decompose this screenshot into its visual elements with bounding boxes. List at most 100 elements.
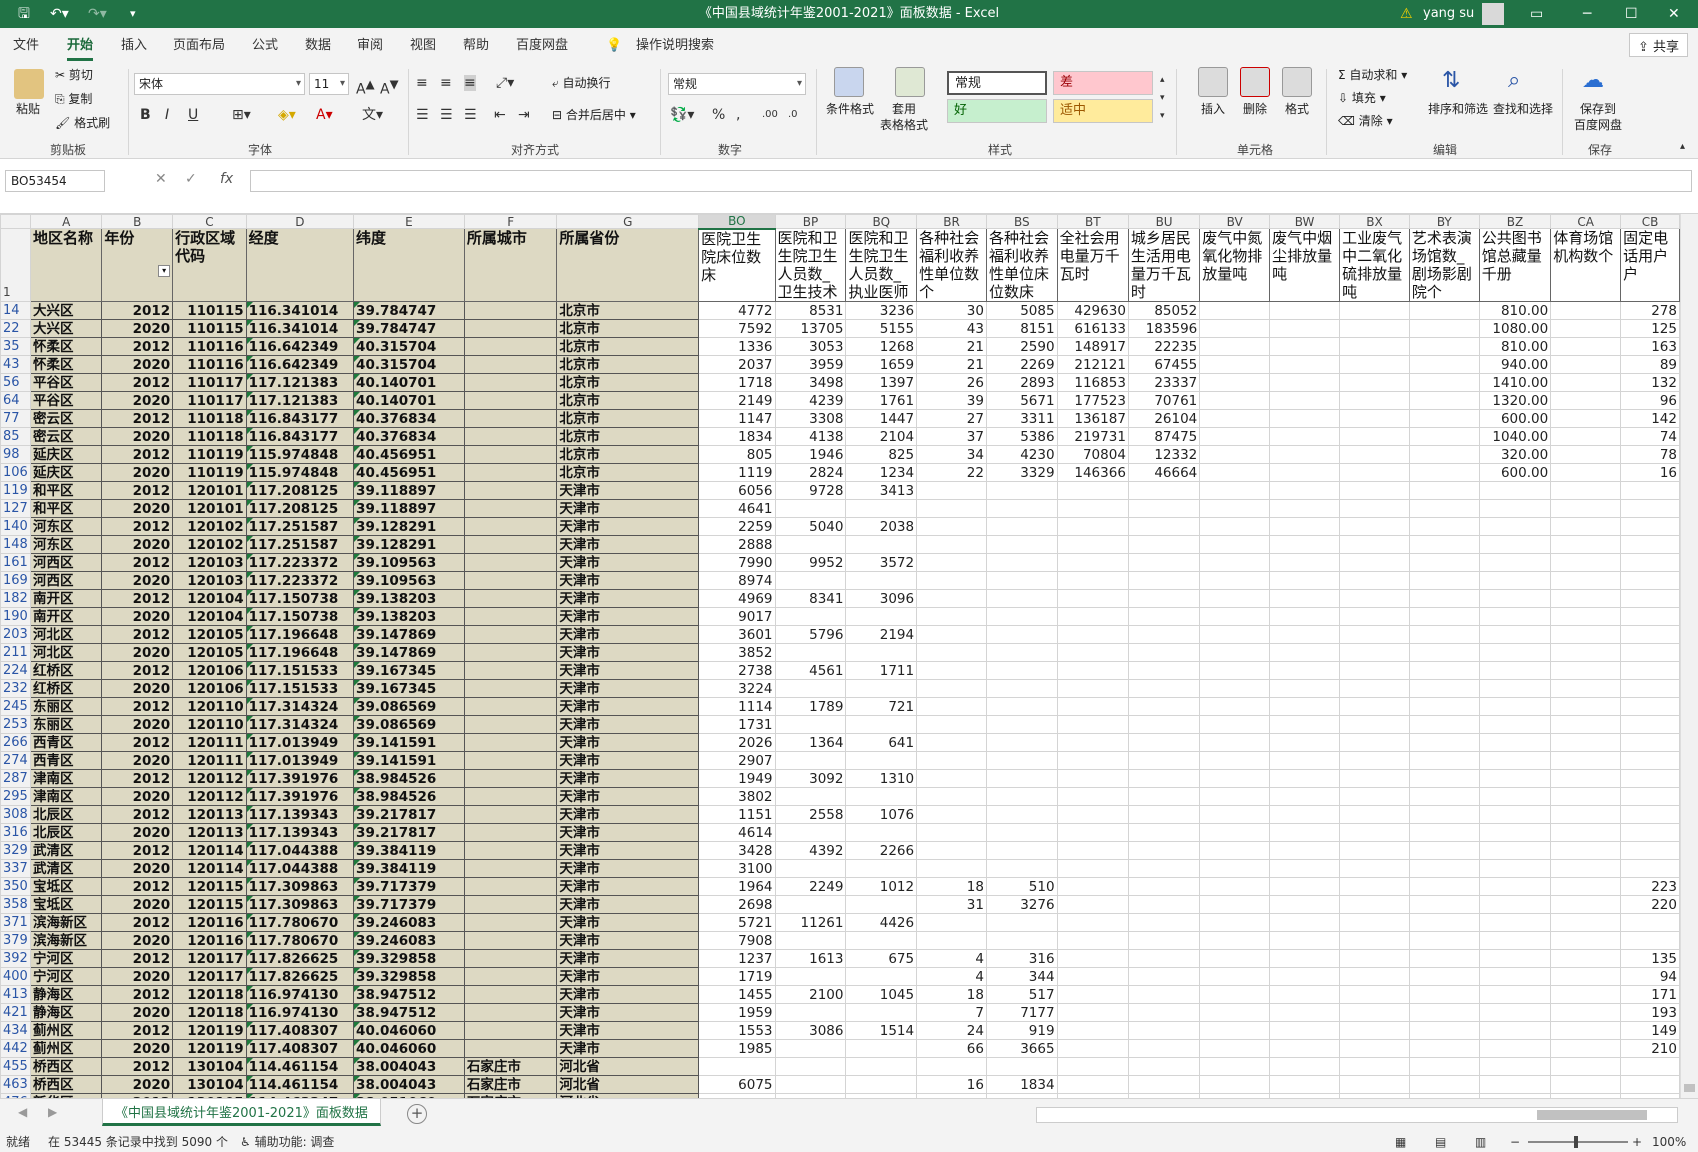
cell[interactable]: 平谷区	[29, 391, 103, 410]
horizontal-scroll-thumb[interactable]	[1537, 1110, 1647, 1120]
cell[interactable]: 天津市	[556, 985, 700, 1004]
row-number[interactable]: 77	[0, 409, 31, 428]
cell[interactable]: 2026	[698, 733, 776, 752]
cell[interactable]	[916, 553, 987, 572]
align-center-icon[interactable]: ☰	[440, 107, 453, 123]
cell[interactable]: 天津市	[556, 715, 700, 734]
cell[interactable]	[1269, 823, 1341, 842]
cell[interactable]	[1127, 823, 1201, 842]
cell[interactable]: 2558	[774, 805, 847, 824]
cell[interactable]: 4	[916, 949, 987, 968]
column-header[interactable]: A	[29, 214, 103, 229]
cell[interactable]: 210	[1620, 1039, 1680, 1058]
cell[interactable]: 2020	[101, 787, 174, 806]
clear-button[interactable]: ⌫ 清除 ▾	[1338, 113, 1393, 129]
cell[interactable]: 120105	[172, 643, 247, 662]
cell[interactable]	[1620, 535, 1680, 554]
cell[interactable]	[1408, 895, 1480, 914]
cell[interactable]	[463, 1003, 558, 1022]
cell[interactable]: 天津市	[556, 697, 700, 716]
cell[interactable]: 117.391976	[245, 787, 355, 806]
cell[interactable]: 66	[916, 1039, 987, 1058]
cell[interactable]	[1199, 373, 1271, 392]
cell[interactable]	[1408, 733, 1480, 752]
cell[interactable]	[1269, 841, 1341, 860]
zoom-slider-thumb[interactable]	[1574, 1136, 1578, 1148]
cell[interactable]: 2012	[101, 913, 174, 932]
avatar[interactable]	[1482, 3, 1504, 25]
cell[interactable]	[1478, 481, 1552, 500]
percent-icon[interactable]: %	[712, 107, 725, 123]
cell[interactable]: 南开区	[29, 589, 103, 608]
column-title-cell[interactable]: 医院和卫生院卫生人员数_卫生技术	[774, 228, 847, 302]
cell[interactable]	[1199, 661, 1271, 680]
cell[interactable]: 2020	[101, 1003, 174, 1022]
cell[interactable]: 2012	[101, 481, 174, 500]
cell[interactable]: 2020	[101, 931, 174, 950]
cell[interactable]: 2012	[101, 517, 174, 536]
cell[interactable]: 4561	[774, 661, 847, 680]
tab-review[interactable]: 审阅	[357, 37, 383, 55]
column-title-cell[interactable]: 医院和卫生院卫生人员数_执业医师	[845, 228, 918, 302]
cell[interactable]	[1056, 1075, 1129, 1094]
cell[interactable]	[845, 823, 918, 842]
cell[interactable]: 武清区	[29, 859, 103, 878]
cell[interactable]: 8341	[774, 589, 847, 608]
cell[interactable]	[1339, 823, 1410, 842]
cell[interactable]: 23337	[1127, 373, 1201, 392]
cell[interactable]	[985, 913, 1058, 932]
increase-font-icon[interactable]: A▲	[356, 76, 375, 98]
cell[interactable]: 7990	[698, 553, 776, 572]
cell[interactable]	[1550, 679, 1622, 698]
cell[interactable]: 22235	[1127, 337, 1201, 356]
cell[interactable]	[1269, 301, 1341, 320]
cell[interactable]	[1620, 661, 1680, 680]
cell[interactable]	[1056, 679, 1129, 698]
cell[interactable]: 117.314324	[245, 715, 355, 734]
cell[interactable]: 5386	[985, 427, 1058, 446]
cell[interactable]: 38.004043	[353, 1057, 465, 1076]
cell[interactable]	[1620, 769, 1680, 788]
column-header[interactable]: BO	[698, 214, 776, 230]
cell[interactable]: 116.843177	[245, 409, 355, 428]
cell[interactable]	[1550, 517, 1622, 536]
cell[interactable]: 2012	[101, 877, 174, 896]
cell[interactable]: 北京市	[556, 319, 700, 338]
cell[interactable]: 1949	[698, 769, 776, 788]
sheet-tab-active[interactable]: 《中国县域统计年鉴2001-2021》面板数据	[102, 1099, 381, 1126]
cell[interactable]	[985, 553, 1058, 572]
cell[interactable]	[845, 787, 918, 806]
cell[interactable]	[463, 571, 558, 590]
cell[interactable]: 5721	[698, 913, 776, 932]
cell[interactable]: 天津市	[556, 805, 700, 824]
cell[interactable]	[1199, 481, 1271, 500]
cell[interactable]	[1199, 877, 1271, 896]
cell[interactable]	[985, 679, 1058, 698]
cell[interactable]	[1056, 751, 1129, 770]
cell[interactable]: 南开区	[29, 607, 103, 626]
cell[interactable]: 密云区	[29, 409, 103, 428]
cell[interactable]	[1550, 751, 1622, 770]
cell[interactable]	[1127, 553, 1201, 572]
cell[interactable]: 39.384119	[353, 859, 465, 878]
cell[interactable]	[1339, 499, 1410, 518]
cell[interactable]: 116.341014	[245, 301, 355, 320]
cell[interactable]: 116.974130	[245, 1003, 355, 1022]
cell[interactable]: 天津市	[556, 751, 700, 770]
style-good[interactable]: 好	[947, 99, 1047, 123]
cell[interactable]	[1269, 607, 1341, 626]
cell[interactable]	[916, 805, 987, 824]
cell[interactable]	[1550, 373, 1622, 392]
cell[interactable]	[1620, 733, 1680, 752]
cell[interactable]: 1336	[698, 337, 776, 356]
cell[interactable]	[698, 1057, 776, 1076]
cell[interactable]: 3428	[698, 841, 776, 860]
cell[interactable]	[916, 751, 987, 770]
cell[interactable]: 2012	[101, 373, 174, 392]
cell[interactable]: 1719	[698, 967, 776, 986]
cell[interactable]: 2194	[845, 625, 918, 644]
cell[interactable]: 78	[1620, 445, 1680, 464]
cell[interactable]	[1199, 499, 1271, 518]
cell[interactable]	[1127, 481, 1201, 500]
cell[interactable]	[845, 571, 918, 590]
